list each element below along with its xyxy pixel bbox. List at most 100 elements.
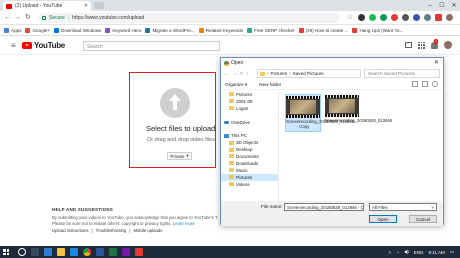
nav-pane-item[interactable]: OneDrive (221, 119, 278, 126)
help-icon[interactable] (432, 81, 438, 87)
app-icon[interactable] (122, 248, 130, 256)
nav-pane-item[interactable]: Downloads (221, 160, 278, 167)
close-window-icon[interactable]: ✕ (448, 0, 460, 11)
minimize-icon[interactable]: – (424, 0, 436, 11)
task-view-icon[interactable] (31, 248, 39, 256)
reload-icon[interactable]: ↻ (25, 14, 31, 22)
star-icon[interactable]: ☆ (347, 14, 354, 21)
window-controls: – ☐ ✕ (424, 0, 460, 11)
browser-tab[interactable]: (2) Upload - YouTube ✕ (3, 1, 91, 11)
learn-more-link[interactable]: Learn more (173, 221, 195, 226)
nav-pane-item[interactable]: Pictures (221, 173, 278, 181)
word-icon[interactable] (96, 248, 104, 256)
notifications-icon[interactable]: ▭ (450, 249, 454, 255)
youtube-search-input[interactable]: Search (83, 41, 220, 51)
bookmark-item[interactable]: Related Keywords (198, 27, 243, 33)
extension-icon[interactable] (424, 14, 431, 21)
tray-chevron-icon[interactable]: ˄ (388, 250, 391, 255)
nav-pane-item[interactable]: This PC (221, 132, 278, 139)
network-icon[interactable]: ◔ (396, 250, 399, 255)
omnibox[interactable]: Secure | https://www.youtube.com/upload (38, 13, 340, 23)
create-video-icon[interactable] (405, 42, 412, 48)
breadcrumb-item[interactable]: Saved Pictures (293, 71, 324, 76)
bookmark-favicon-icon (25, 27, 31, 33)
new-tab-button[interactable] (94, 2, 104, 9)
privacy-dropdown[interactable]: Private ▾ (167, 152, 192, 160)
nav-pane-item[interactable]: 3D Objects (221, 139, 278, 146)
edge-icon[interactable] (44, 248, 52, 256)
hamburger-menu-icon[interactable]: ≡ (11, 42, 16, 50)
upload-drop-zone[interactable]: Select files to upload Or drag and drop … (129, 72, 216, 168)
account-avatar[interactable] (444, 41, 452, 49)
mobile-uploads-link[interactable]: Mobile uploads (133, 228, 162, 233)
app-icon[interactable] (135, 248, 143, 256)
bookmark-item[interactable]: (29) How to create ... (298, 27, 348, 33)
maximize-icon[interactable]: ☐ (436, 0, 448, 11)
extension-icon[interactable] (413, 14, 420, 21)
organize-button[interactable]: Organize ▾ (225, 82, 247, 88)
extension-icon[interactable] (391, 14, 398, 21)
nav-pane-item[interactable]: 2001-09 (221, 98, 278, 105)
back-icon[interactable]: ← (224, 71, 229, 77)
new-folder-button[interactable]: New folder (259, 82, 281, 87)
dialog-search-input[interactable]: Search Saved Pictures (364, 69, 440, 78)
dialog-titlebar[interactable]: Open ✕ (221, 58, 443, 68)
profile-avatar[interactable] (446, 14, 453, 21)
extension-icon[interactable] (380, 14, 387, 21)
tab-close-icon[interactable]: ✕ (84, 3, 88, 9)
extension-icon[interactable] (369, 14, 376, 21)
bookmark-item[interactable]: Download Windows (53, 27, 102, 33)
upload-arrow-icon[interactable] (160, 88, 190, 118)
breadcrumb-item[interactable]: Pictures (271, 71, 288, 76)
view-options-icon[interactable] (412, 81, 418, 87)
back-icon[interactable]: ← (4, 14, 11, 22)
extension-icon[interactable] (402, 14, 409, 21)
file-item[interactable]: Screenrecording_20180528_013946 - Copy (285, 94, 354, 132)
bookmark-item[interactable]: Free SERP checker (247, 27, 295, 33)
dialog-close-icon[interactable]: ✕ (434, 59, 439, 66)
nav-pane-item[interactable]: Videos (221, 181, 278, 188)
bookmark-item[interactable]: Google+ (25, 27, 50, 33)
chrome-taskbar-icon[interactable] (83, 248, 91, 256)
dialog-breadcrumb[interactable]: › Pictures › Saved Pictures (257, 69, 361, 78)
youtube-logo[interactable]: YouTube (22, 41, 65, 50)
volume-icon[interactable]: ◀) (404, 249, 409, 255)
nav-pane-item[interactable]: Logos (221, 105, 278, 112)
upload-title[interactable]: Select files to upload (146, 124, 215, 133)
bookmark-item[interactable]: Keyword Hero (105, 27, 141, 33)
preview-pane-icon[interactable] (422, 81, 428, 87)
file-type-select[interactable]: All Files ˅ (369, 203, 437, 211)
clock[interactable]: 9:11 AM (429, 250, 445, 255)
cancel-button[interactable]: Cancel (409, 215, 437, 223)
apps-grid-icon[interactable] (418, 41, 425, 49)
bookmark-label: Download Windows (60, 27, 102, 33)
windows-start-icon[interactable] (3, 249, 9, 255)
language-indicator[interactable]: ENG (414, 250, 424, 255)
forward-icon[interactable]: → (14, 14, 21, 22)
store-icon[interactable] (70, 248, 78, 256)
bookmark-item[interactable]: Hang Ups (Want Yo... (352, 27, 403, 33)
search-icon[interactable] (18, 248, 26, 256)
extension-icon[interactable] (435, 14, 442, 21)
url-text[interactable]: https://www.youtube.com/upload (72, 15, 144, 21)
open-button[interactable]: Open (369, 215, 397, 223)
bookmark-item[interactable]: Migrate a WordPre... (145, 27, 195, 33)
file-item[interactable]: Screenrecording_20180528_013946 (324, 94, 392, 125)
troubleshooting-link[interactable]: Troubleshooting (96, 228, 127, 233)
file-name-input[interactable]: Screenrecording_20180528_013946 - C (284, 203, 364, 211)
nav-pane-item[interactable]: Pictures (221, 91, 278, 98)
forward-icon[interactable]: → (232, 71, 237, 77)
up-icon[interactable]: ↑ (246, 71, 249, 77)
bookmark-label: Migrate a WordPre... (152, 27, 195, 33)
upload-instructions-link[interactable]: Upload instructions (52, 228, 89, 233)
excel-icon[interactable] (109, 248, 117, 256)
notifications-bell-icon[interactable]: 2 (431, 38, 439, 49)
nav-pane-item[interactable]: Desktop (221, 146, 278, 153)
extension-icon[interactable] (358, 14, 365, 21)
nav-pane-label: Logos (236, 105, 249, 111)
file-explorer-icon[interactable] (57, 248, 65, 256)
bookmark-item[interactable]: Apps (4, 27, 21, 33)
nav-pane-item[interactable]: Music (221, 167, 278, 174)
nav-pane-item[interactable]: Documents (221, 153, 278, 160)
chevron-down-icon[interactable]: ˅ (240, 71, 243, 77)
